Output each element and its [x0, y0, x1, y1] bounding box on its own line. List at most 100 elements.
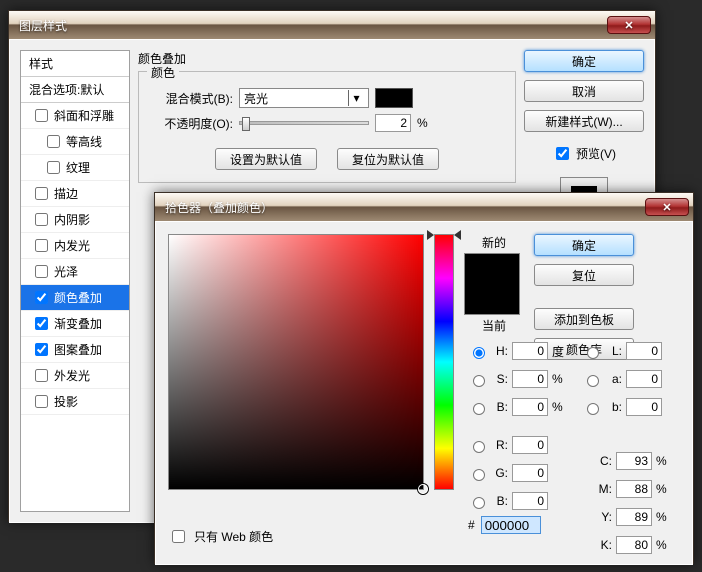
hex-input[interactable] [481, 516, 541, 534]
preview-checkbox[interactable] [556, 147, 569, 160]
styles-sidebar: 样式 混合选项:默认 斜面和浮雕等高线纹理描边内阴影内发光光泽颜色叠加渐变叠加图… [20, 50, 130, 512]
sidebar-checkbox-2[interactable] [47, 161, 60, 174]
radio-b[interactable] [587, 403, 599, 415]
sidebar-checkbox-9[interactable] [35, 343, 48, 356]
sv-field[interactable] [168, 234, 424, 490]
sidebar-item-label: 渐变叠加 [54, 315, 102, 332]
color-picker-titlebar[interactable]: 拾色器（叠加颜色） ✕ [155, 193, 693, 221]
sidebar-item-label: 颜色叠加 [54, 289, 102, 306]
hue-slider[interactable] [434, 234, 454, 490]
close-icon[interactable]: ✕ [607, 16, 651, 34]
sidebar-item-7[interactable]: 颜色叠加 [21, 285, 129, 311]
sidebar-item-5[interactable]: 内发光 [21, 233, 129, 259]
g-input[interactable] [512, 464, 548, 482]
m-input[interactable] [616, 480, 652, 498]
radio-r[interactable] [473, 441, 485, 453]
hue-pointer-left-icon [427, 230, 434, 240]
sidebar-item-4[interactable]: 内阴影 [21, 207, 129, 233]
color-picker-window: 拾色器（叠加颜色） ✕ 新的 当前 确定 复位 [154, 192, 694, 564]
radio-bc[interactable] [473, 497, 485, 509]
sidebar-item-11[interactable]: 投影 [21, 389, 129, 415]
sidebar-item-label: 内发光 [54, 237, 90, 254]
sidebar-item-0[interactable]: 斜面和浮雕 [21, 103, 129, 129]
h-input[interactable] [512, 342, 548, 360]
sidebar-checkbox-5[interactable] [35, 239, 48, 252]
add-swatch-button[interactable]: 添加到色板 [534, 308, 634, 330]
radio-l[interactable] [587, 347, 599, 359]
radio-a[interactable] [587, 375, 599, 387]
blend-mode-value: 亮光 [244, 90, 268, 107]
c-input[interactable] [616, 452, 652, 470]
radio-bv[interactable] [473, 403, 485, 415]
opacity-input[interactable] [375, 114, 411, 132]
opacity-slider[interactable] [239, 121, 369, 125]
sidebar-checkbox-0[interactable] [35, 109, 48, 122]
new-style-button[interactable]: 新建样式(W)... [524, 110, 644, 132]
cp-reset-button[interactable]: 复位 [534, 264, 634, 286]
opacity-label: 不透明度(O): [151, 115, 233, 132]
sidebar-item-label: 光泽 [54, 263, 78, 280]
b-input[interactable] [626, 398, 662, 416]
blending-options[interactable]: 混合选项:默认 [21, 77, 129, 103]
set-default-button[interactable]: 设置为默认值 [215, 148, 317, 170]
sidebar-item-label: 投影 [54, 393, 78, 410]
layer-style-titlebar[interactable]: 图层样式 ✕ [9, 11, 655, 39]
bv-unit: % [552, 400, 566, 414]
sidebar-item-6[interactable]: 光泽 [21, 259, 129, 285]
web-colors-checkbox[interactable] [172, 530, 185, 543]
new-color-label: 新的 [464, 234, 524, 251]
sidebar-item-label: 斜面和浮雕 [54, 107, 114, 124]
reset-default-button[interactable]: 复位为默认值 [337, 148, 439, 170]
web-colors-row: 只有 Web 颜色 [168, 527, 273, 546]
sidebar-checkbox-11[interactable] [35, 395, 48, 408]
new-color-swatch [465, 254, 519, 284]
sidebar-item-label: 等高线 [66, 133, 102, 150]
sidebar-item-8[interactable]: 渐变叠加 [21, 311, 129, 337]
sidebar-checkbox-8[interactable] [35, 317, 48, 330]
hue-pointer-right-icon [454, 230, 461, 240]
s-input[interactable] [512, 370, 548, 388]
sidebar-checkbox-10[interactable] [35, 369, 48, 382]
radio-g[interactable] [473, 469, 485, 481]
color-compare-swatch[interactable] [464, 253, 520, 315]
sidebar-item-label: 外发光 [54, 367, 90, 384]
sidebar-checkbox-7[interactable] [35, 291, 48, 304]
cancel-button[interactable]: 取消 [524, 80, 644, 102]
sidebar-item-3[interactable]: 描边 [21, 181, 129, 207]
sidebar-item-2[interactable]: 纹理 [21, 155, 129, 181]
l-input[interactable] [626, 342, 662, 360]
overlay-color-swatch[interactable] [375, 88, 413, 108]
sv-marker-icon[interactable] [418, 484, 428, 494]
cp-ok-button[interactable]: 确定 [534, 234, 634, 256]
current-color-swatch [465, 284, 519, 314]
sidebar-item-label: 内阴影 [54, 211, 90, 228]
sidebar-checkbox-1[interactable] [47, 135, 60, 148]
sidebar-checkbox-4[interactable] [35, 213, 48, 226]
sidebar-checkbox-6[interactable] [35, 265, 48, 278]
s-unit: % [552, 372, 566, 386]
slider-thumb-icon[interactable] [242, 117, 250, 131]
blend-mode-label: 混合模式(B): [151, 90, 233, 107]
current-color-label: 当前 [464, 317, 524, 334]
r-input[interactable] [512, 436, 548, 454]
layer-style-title: 图层样式 [19, 17, 607, 34]
radio-s[interactable] [473, 375, 485, 387]
web-colors-label: 只有 Web 颜色 [194, 528, 273, 545]
k-input[interactable] [616, 536, 652, 554]
sidebar-checkbox-3[interactable] [35, 187, 48, 200]
blend-mode-dropdown[interactable]: 亮光 ▾ [239, 88, 369, 108]
radio-h[interactable] [473, 347, 485, 359]
ok-button[interactable]: 确定 [524, 50, 644, 72]
sidebar-item-label: 纹理 [66, 159, 90, 176]
cmyk-grid: C:% M:% Y:% K:% [596, 450, 670, 556]
sidebar-item-1[interactable]: 等高线 [21, 129, 129, 155]
bc-input[interactable] [512, 492, 548, 510]
y-input[interactable] [616, 508, 652, 526]
a-input[interactable] [626, 370, 662, 388]
sidebar-item-9[interactable]: 图案叠加 [21, 337, 129, 363]
bv-input[interactable] [512, 398, 548, 416]
sidebar-item-10[interactable]: 外发光 [21, 363, 129, 389]
styles-header[interactable]: 样式 [21, 51, 129, 77]
close-icon[interactable]: ✕ [645, 198, 689, 216]
section-title: 颜色叠加 [138, 50, 516, 67]
